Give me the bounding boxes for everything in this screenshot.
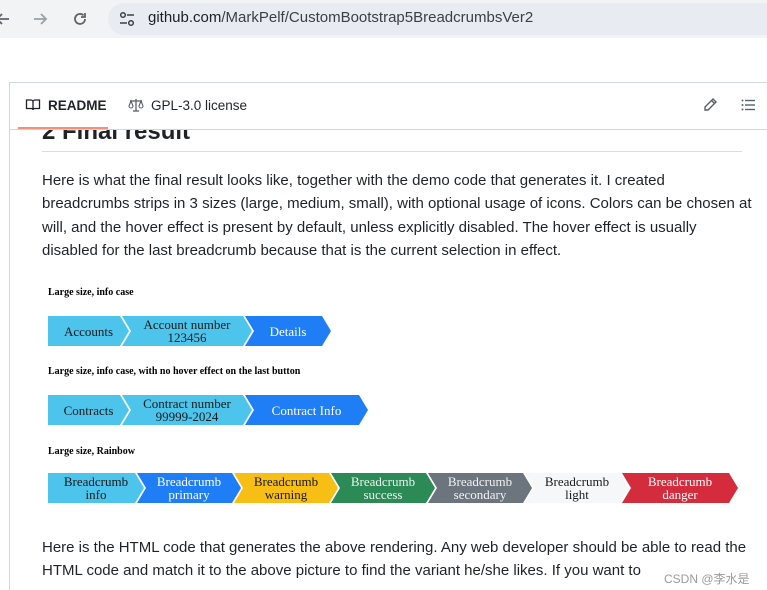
breadcrumb-contracts: Contracts [48, 395, 129, 425]
heading-divider [42, 151, 742, 152]
pencil-icon[interactable] [702, 97, 718, 118]
breadcrumb-sublabel: primary [168, 487, 210, 502]
caption-no-hover: Large size, info case, with no hover eff… [48, 366, 301, 377]
book-icon [25, 99, 41, 111]
outline-list-icon[interactable] [740, 97, 756, 118]
breadcrumb-secondary: Breadcrumb secondary [428, 473, 532, 503]
caption-large-info: Large size, info case [48, 287, 134, 298]
section-heading: 2 Final result [42, 130, 191, 145]
breadcrumb-accounts: Accounts [48, 316, 129, 346]
breadcrumb-label: Contracts [63, 402, 114, 418]
tab-license[interactable]: GPL-3.0 license [128, 97, 247, 113]
breadcrumb-sublabel: success [363, 487, 403, 502]
intro-paragraph: Here is what the final result looks like… [42, 172, 752, 260]
html-code-paragraph: Here is the HTML code that generates the… [42, 539, 747, 580]
breadcrumb-sublabel: light [565, 487, 589, 502]
tab-readme-label: README [48, 97, 107, 113]
breadcrumb-primary: Breadcrumb primary [137, 473, 241, 503]
tab-license-label: GPL-3.0 license [151, 97, 248, 113]
breadcrumb-label: Contract Info [271, 402, 342, 418]
url-text[interactable]: github.com/MarkPelf/CustomBootstrap5Brea… [148, 9, 533, 26]
browser-toolbar: github.com/MarkPelf/CustomBootstrap5Brea… [0, 0, 767, 38]
reload-icon[interactable] [69, 8, 91, 30]
breadcrumb-contract-number: Contract number 99999-2024 [122, 395, 252, 425]
breadcrumb-details: Details [245, 316, 331, 346]
breadcrumb-sublabel: info [85, 487, 107, 502]
breadcrumb-sublabel: warning [264, 487, 308, 502]
demo-image: Large size, info case Accounts Account n… [48, 278, 748, 518]
breadcrumb-light: Breadcrumb light [525, 473, 629, 503]
breadcrumb-sublabel: secondary [453, 487, 507, 502]
breadcrumb-success: Breadcrumb success [331, 473, 435, 503]
breadcrumb-label: Accounts [63, 323, 114, 339]
url-path: /MarkPelf/CustomBootstrap5BreadcrumbsVer… [221, 9, 534, 26]
breadcrumb-label: Details [269, 323, 307, 339]
scale-icon [128, 99, 144, 112]
readme-content: 2 Final result Here is what the final re… [9, 130, 767, 590]
breadcrumb-sublabel: 99999-2024 [155, 409, 219, 424]
breadcrumb-contract-info: Contract Info [245, 395, 368, 425]
tab-readme[interactable]: README [25, 97, 107, 113]
breadcrumb-info: Breadcrumb info [48, 473, 144, 503]
back-arrow-icon[interactable] [0, 8, 14, 30]
breadcrumb-warning: Breadcrumb warning [234, 473, 338, 503]
breadcrumb-danger: Breadcrumb danger [622, 473, 738, 503]
breadcrumb-sublabel: danger [662, 487, 698, 502]
watermark: CSDN @李水是 [664, 572, 750, 586]
breadcrumb-account-number: Account number 123456 [122, 316, 252, 346]
caption-rainbow: Large size, Rainbow [48, 446, 135, 457]
breadcrumb-sublabel: 123456 [167, 330, 207, 345]
readme-header: README GPL-3.0 license [9, 83, 767, 130]
site-settings-icon[interactable] [118, 10, 136, 33]
url-host: github.com [148, 9, 222, 26]
forward-arrow-icon[interactable] [29, 8, 51, 30]
